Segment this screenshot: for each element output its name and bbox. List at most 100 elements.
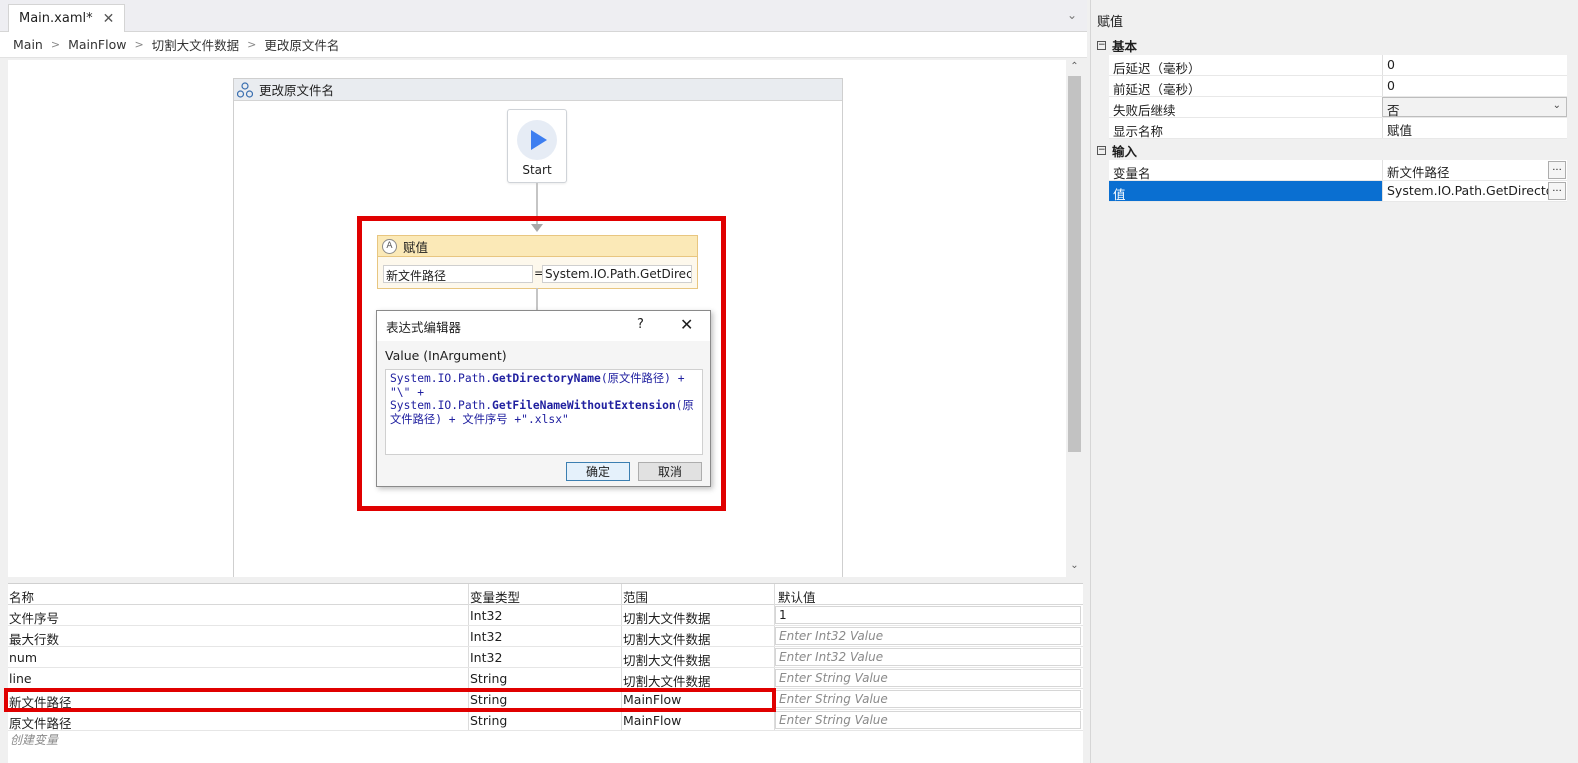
collapse-icon[interactable]: − [1097,145,1106,155]
start-node[interactable]: Start [507,109,567,183]
tab-label: Main.xaml* [19,11,93,26]
variable-type[interactable]: Int32 [470,629,502,644]
variable-type[interactable]: String [470,692,507,707]
create-variable-link[interactable]: 创建变量 [10,731,58,748]
property-row[interactable]: 显示名称 赋值 [1109,118,1567,139]
variables-panel: 名称 变量类型 范围 默认值 文件序号 Int32 切割大文件数据 1 最大行数… [8,583,1083,763]
variable-name[interactable]: 文件序号 [9,608,59,627]
chevron-right-icon: > [134,38,144,51]
table-row[interactable]: line String 切割大文件数据 Enter String Value [8,668,1083,689]
variable-name[interactable]: num [9,650,37,665]
collapse-icon[interactable]: − [1097,40,1106,50]
variable-type[interactable]: Int32 [470,650,502,665]
flowchart-header[interactable]: 更改原文件名 [234,79,842,101]
flow-connector [536,183,538,227]
variable-name[interactable]: 新文件路径 [9,692,72,711]
select-value: 否 [1387,103,1400,118]
default-value-input[interactable]: Enter String Value [775,669,1081,687]
category-basic[interactable]: − 基本 [1097,35,1567,55]
property-row[interactable]: 后延迟（毫秒） 0 [1109,55,1567,76]
close-icon[interactable]: ✕ [680,315,693,334]
breadcrumb-item-main[interactable]: Main [13,37,43,52]
default-value-input[interactable]: Enter String Value [775,711,1081,729]
column-header-default[interactable]: 默认值 [778,587,816,606]
category-label: 基本 [1112,38,1138,54]
continue-on-error-select[interactable]: 否 ⌄ [1382,97,1567,118]
ellipsis-button[interactable]: ... [1548,161,1566,179]
properties-panel: 赋值 − 基本 后延迟（毫秒） 0 前延迟（毫秒） 0 失败后继续 否 ⌄ 显示… [1090,0,1578,763]
cancel-button[interactable]: 取消 [638,462,702,481]
variable-scope[interactable]: 切割大文件数据 [623,650,711,669]
variable-scope[interactable]: 切割大文件数据 [623,629,711,648]
table-row[interactable]: 新文件路径 String MainFlow Enter String Value [8,689,1083,710]
assign-to-field[interactable]: 新文件路径 [383,265,533,283]
variable-scope[interactable]: 切割大文件数据 [623,608,711,627]
properties-title: 赋值 [1097,15,1124,30]
ellipsis-button[interactable]: ... [1548,182,1566,200]
play-icon [517,120,557,160]
dialog-title: 表达式编辑器 [386,319,462,335]
chevron-right-icon: > [50,38,61,51]
variable-name[interactable]: 最大行数 [9,629,59,648]
column-header-name[interactable]: 名称 [9,587,34,606]
start-label: Start [522,163,552,177]
property-name: 值 [1113,187,1126,202]
property-name: 变量名 [1113,166,1151,181]
property-value-input[interactable]: 0 [1382,55,1567,75]
table-row[interactable]: 原文件路径 String MainFlow Enter String Value [8,710,1083,731]
property-row[interactable]: 失败后继续 否 ⌄ [1109,97,1567,118]
property-value-input[interactable]: 赋值 [1382,118,1567,138]
variable-type[interactable]: String [470,713,507,728]
chevron-down-icon: ⌄ [1552,100,1561,111]
breadcrumb-item-mainflow[interactable]: MainFlow [68,37,126,52]
breadcrumb-item-rename[interactable]: 更改原文件名 [264,35,339,54]
assign-header: A 赋值 [378,236,697,257]
document-tabstrip: Main.xaml* ✕ ⌄ [0,0,1087,32]
assign-title: 赋值 [403,239,429,255]
variable-scope[interactable]: MainFlow [623,692,681,707]
chevron-right-icon: > [247,38,257,51]
table-row[interactable]: 最大行数 Int32 切割大文件数据 Enter Int32 Value [8,626,1083,647]
property-name: 显示名称 [1113,124,1164,139]
table-row[interactable]: 文件序号 Int32 切割大文件数据 1 [8,605,1083,626]
column-header-type[interactable]: 变量类型 [470,587,520,606]
assign-activity[interactable]: A 赋值 新文件路径 = System.IO.Path.GetDirectc [377,235,698,289]
chevron-down-icon[interactable]: ⌄ [1067,8,1077,22]
help-icon[interactable]: ? [637,317,644,332]
breadcrumb-item-split[interactable]: 切割大文件数据 [152,35,240,54]
column-header-scope[interactable]: 范围 [623,587,648,606]
variable-name[interactable]: line [9,671,32,686]
close-icon[interactable]: ✕ [103,11,115,27]
default-value-input[interactable]: 1 [775,606,1081,624]
vertical-scrollbar[interactable]: ⌃ ⌄ [1066,60,1083,577]
variable-type[interactable]: String [470,671,507,686]
flow-connector [536,288,538,312]
default-value-input[interactable]: Enter Int32 Value [775,627,1081,645]
variable-scope[interactable]: 切割大文件数据 [623,671,711,690]
scroll-up-icon[interactable]: ⌃ [1066,61,1083,72]
scrollbar-thumb[interactable] [1068,76,1081,452]
arrow-down-icon [531,224,543,232]
property-row-selected[interactable]: 值 System.IO.Path.GetDirectory ... [1109,181,1567,202]
ok-button[interactable]: 确定 [566,462,630,481]
assign-value-field[interactable]: System.IO.Path.GetDirectc [542,265,692,283]
argument-label: Value (InArgument) [385,348,507,363]
category-input[interactable]: − 输入 [1097,140,1567,160]
default-value-input[interactable]: Enter String Value [775,690,1081,708]
property-value-input[interactable]: 0 [1382,76,1567,96]
assign-icon: A [382,238,397,254]
property-row[interactable]: 前延迟（毫秒） 0 [1109,76,1567,97]
table-row[interactable]: num Int32 切割大文件数据 Enter Int32 Value [8,647,1083,668]
property-value-input[interactable]: 新文件路径 [1382,160,1567,180]
expression-input[interactable]: System.IO.Path.GetDirectoryName(原文件路径) +… [385,369,703,455]
tab-main-xaml[interactable]: Main.xaml* ✕ [8,4,126,32]
variable-scope[interactable]: MainFlow [623,713,681,728]
scroll-down-icon[interactable]: ⌄ [1066,560,1083,571]
dialog-titlebar: 表达式编辑器 [377,311,710,341]
default-value-input[interactable]: Enter Int32 Value [775,648,1081,666]
property-row[interactable]: 变量名 新文件路径 ... [1109,160,1567,181]
workflow-designer: Main.xaml* ✕ ⌄ Main > MainFlow > 切割大文件数据… [0,0,1087,763]
variable-name[interactable]: 原文件路径 [9,713,72,732]
property-value-input[interactable]: System.IO.Path.GetDirectory [1382,181,1567,201]
variable-type[interactable]: Int32 [470,608,502,623]
